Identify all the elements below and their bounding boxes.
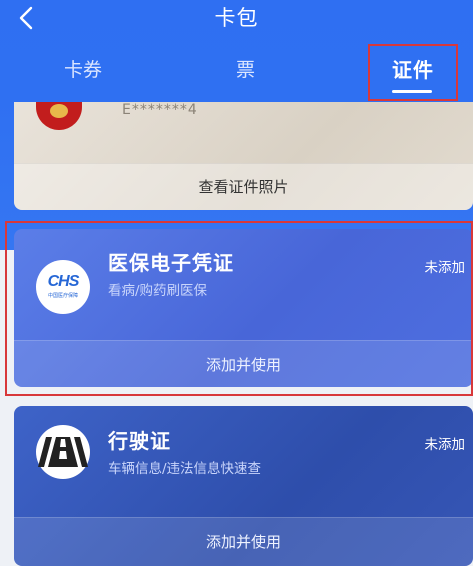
add-and-use-label: 添加并使用 — [205, 533, 281, 551]
tab-coupons[interactable]: 卡券 — [64, 58, 102, 82]
tab-highlight-box — [368, 44, 458, 101]
road-icon — [36, 425, 90, 479]
card-name: 行驶证 — [108, 429, 171, 453]
tab-tickets[interactable]: 票 — [236, 58, 255, 82]
id-card[interactable]: E*******4 查看证件照片 — [14, 102, 473, 210]
view-id-photo-button[interactable]: 查看证件照片 — [14, 176, 473, 197]
add-and-use-button[interactable]: 添加并使用 — [14, 517, 473, 566]
national-emblem-icon — [36, 102, 82, 130]
id-number: E*******4 — [122, 102, 198, 118]
vehicle-license-card[interactable]: 行驶证 车辆信息/违法信息快速查 未添加 添加并使用 — [14, 406, 473, 566]
card-status: 未添加 — [424, 437, 466, 453]
medical-card-highlight-box — [5, 221, 473, 396]
page-title: 卡包 — [214, 6, 259, 30]
id-card-footer[interactable]: 查看证件照片 — [14, 163, 473, 210]
card-subtitle: 车辆信息/违法信息快速查 — [108, 461, 262, 477]
